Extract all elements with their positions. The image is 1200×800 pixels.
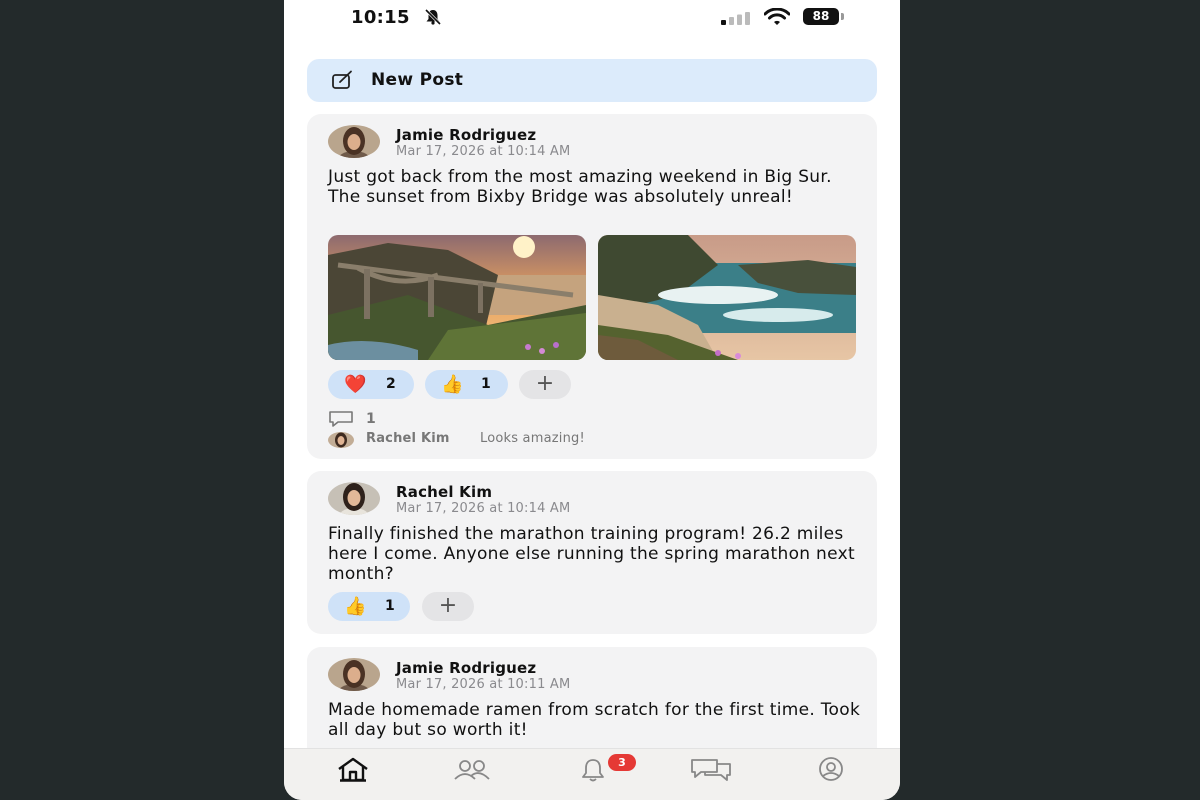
status-bar: 10:15 88 [284,0,900,36]
notification-badge: 3 [608,754,636,771]
comment-count[interactable]: 1 [366,411,376,427]
comment-text: Looks amazing! [480,431,585,446]
reaction-thumbs-up-chip[interactable]: 👍 1 [328,592,410,621]
heart-emoji: ❤️ [344,374,367,395]
reaction-heart-chip[interactable]: ❤️ 2 [328,370,414,399]
post-author[interactable]: Rachel Kim [396,483,492,501]
reaction-thumbs-up-chip[interactable]: 👍 1 [425,370,508,399]
post-timestamp: Mar 17, 2026 at 10:14 AM [396,501,571,516]
cellular-signal-icon [721,10,753,29]
reaction-count: 1 [385,598,395,614]
post-timestamp: Mar 17, 2026 at 10:11 AM [396,677,571,692]
post-photo-bixby-bridge[interactable] [328,235,586,360]
post-author[interactable]: Jamie Rodriguez [396,126,536,144]
post-author[interactable]: Jamie Rodriguez [396,659,536,677]
thumbs-up-emoji: 👍 [344,596,367,617]
add-reaction-button[interactable]: + [422,592,474,621]
avatar[interactable] [328,658,380,691]
comment-author[interactable]: Rachel Kim [366,431,450,446]
new-post-button[interactable]: New Post [307,59,877,102]
post-photo-big-sur-cove[interactable] [598,235,856,360]
post-timestamp: Mar 17, 2026 at 10:14 AM [396,144,571,159]
wifi-icon [763,7,791,30]
status-time: 10:15 [351,7,410,28]
bell-icon[interactable] [578,757,608,787]
post-text: Just got back from the most amazing week… [328,167,832,207]
new-post-label: New Post [371,70,464,90]
post-text: Made homemade ramen from scratch for the… [328,700,861,740]
compose-icon [331,70,355,94]
battery-indicator: 88 [803,8,839,25]
profile-icon[interactable] [815,757,847,787]
post-card: Jamie Rodriguez Mar 17, 2026 at 10:14 AM… [307,114,877,459]
reaction-count: 1 [481,376,491,392]
battery-tip [841,13,844,20]
avatar[interactable] [328,125,380,158]
bell-slash-icon [424,8,442,29]
phone-screen: 10:15 88 New Post Jamie Rodriguez Mar 17… [284,0,900,800]
home-icon[interactable] [336,757,370,787]
reaction-count: 2 [386,376,396,392]
avatar[interactable] [328,482,380,515]
comment-avatar [328,432,354,448]
post-text: Finally finished the marathon training p… [328,524,855,584]
comment-icon[interactable] [328,410,354,432]
people-icon[interactable] [451,757,493,787]
tab-bar: 3 [284,748,900,800]
post-card: Rachel Kim Mar 17, 2026 at 10:14 AM Fina… [307,471,877,634]
thumbs-up-emoji: 👍 [441,374,464,395]
chat-icon[interactable] [689,757,733,787]
add-reaction-button[interactable]: + [519,370,571,399]
